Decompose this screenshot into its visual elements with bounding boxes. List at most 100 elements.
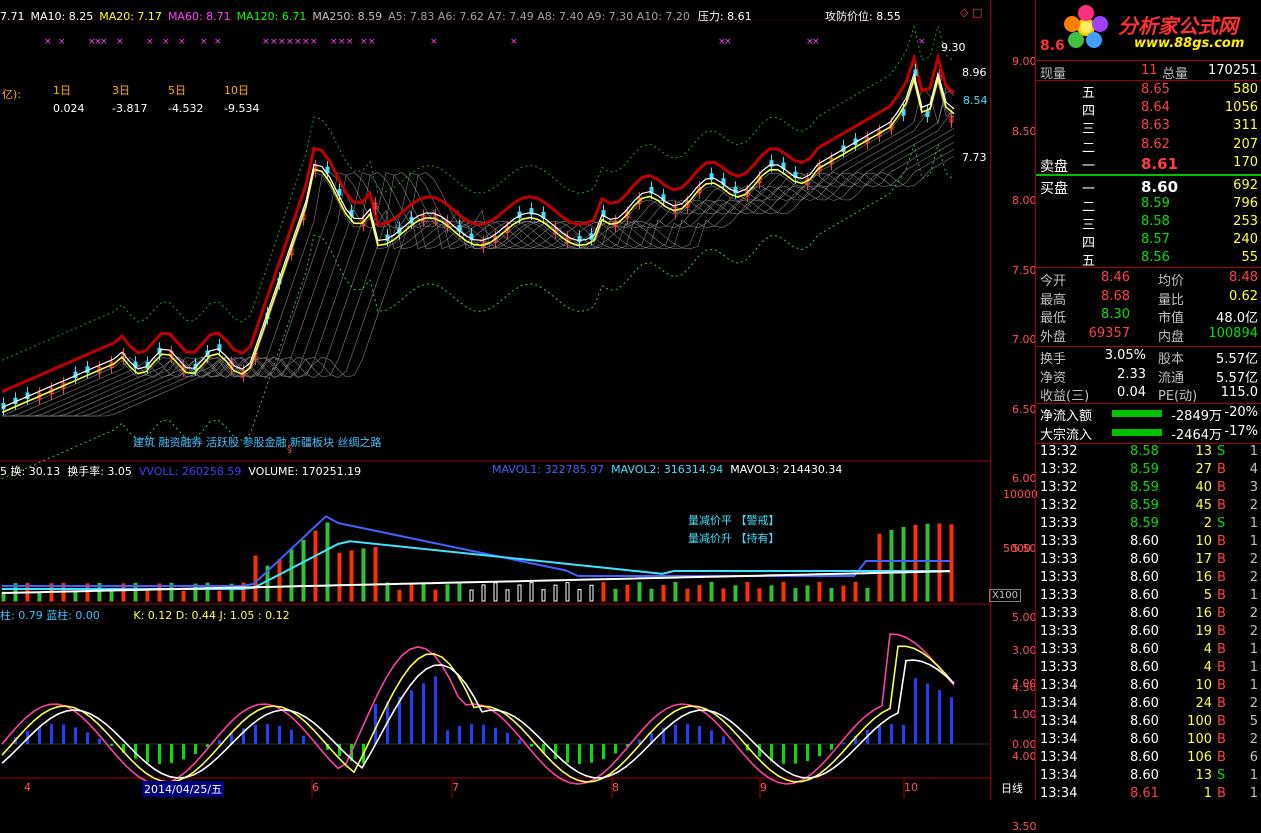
- volume-bar: [313, 530, 318, 602]
- bid-volume: 253: [1233, 214, 1258, 229]
- candlestick-chart[interactable]: × × ××× × × × × × × × × × × × × × × × × × × × × ×× ×× ×: [0, 0, 990, 800]
- kdj-bar: [902, 724, 905, 744]
- tick-price: 8.59: [1130, 462, 1159, 477]
- level-name: 三: [1082, 218, 1096, 233]
- volume-tick: 5000: [1003, 542, 1031, 555]
- quote-panel: 分析家公式网 www.88gs.com 8.6 现量 11 总量 170251 …: [1035, 0, 1261, 801]
- stat-value: 0.04: [1117, 385, 1146, 400]
- tick-count: 1: [1249, 516, 1258, 531]
- tick-row[interactable]: 13:32 8.59 45 B 2: [1036, 498, 1261, 516]
- tick-row[interactable]: 13:33 8.60 5 B 1: [1036, 588, 1261, 606]
- period-label[interactable]: 日线: [1001, 780, 1023, 796]
- volume-bar: [325, 522, 330, 602]
- bid-price: 8.58: [1141, 214, 1170, 229]
- stat-label: 收益(三): [1040, 389, 1090, 404]
- tick-time: 13:33: [1040, 660, 1078, 675]
- stat-value: 8.68: [1101, 288, 1130, 304]
- volume-bar: [649, 588, 654, 602]
- volume-bar: [541, 589, 546, 602]
- date-label: 2014/04/25/五: [142, 781, 225, 797]
- tick-row[interactable]: 13:33 8.60 4 B 1: [1036, 642, 1261, 660]
- flow-bar: [1112, 429, 1162, 436]
- volume-bar: [589, 584, 594, 602]
- tick-count: 2: [1249, 624, 1258, 639]
- tick-row[interactable]: 13:32 8.59 40 B 3: [1036, 480, 1261, 498]
- tick-time: 13:34: [1040, 786, 1078, 801]
- stat-row: 最低 8.30 市值 48.0亿: [1036, 307, 1261, 326]
- date-label: 6: [312, 781, 319, 794]
- price-tick: 8.50: [1012, 124, 1037, 138]
- concept-tags[interactable]: 建筑 融资融券 活跃股 参股金融 新疆板块 丝绸之路: [133, 434, 381, 450]
- tick-row[interactable]: 13:34 8.60 24 B 2: [1036, 696, 1261, 714]
- volume-row: 现量 11 总量 170251: [1040, 63, 1258, 82]
- price-tick: 3.50: [1012, 819, 1037, 833]
- volume-tick: 10000: [1003, 488, 1038, 501]
- volume-bar: [493, 582, 498, 602]
- kdj-bar: [110, 744, 113, 746]
- stat-value: 5.57亿: [1216, 370, 1258, 386]
- volume-bar: [277, 559, 282, 602]
- settings-icon[interactable]: ◇ □: [960, 6, 982, 19]
- tick-side: B: [1217, 624, 1226, 639]
- ask-price: 8.65: [1141, 82, 1170, 97]
- tick-volume: 24: [1195, 696, 1212, 711]
- tick-count: 1: [1249, 642, 1258, 657]
- flow-unit-label: 亿):: [2, 88, 21, 101]
- tick-side: B: [1217, 552, 1226, 567]
- tick-row[interactable]: 13:33 8.60 19 B 2: [1036, 624, 1261, 642]
- flow-label: 净流入额: [1040, 409, 1093, 424]
- flower-logo-icon: [1064, 5, 1108, 48]
- tick-time: 13:34: [1040, 768, 1078, 783]
- kdj-bar: [926, 683, 929, 744]
- tick-time: 13:34: [1040, 732, 1078, 747]
- flow-value: -2464万: [1171, 428, 1222, 443]
- volume-bar: [925, 523, 930, 602]
- kdj-bar: [914, 678, 917, 744]
- flow-label: 大宗流入: [1040, 428, 1093, 443]
- kdj-bar: [578, 744, 581, 764]
- stat-value: 8.46: [1101, 270, 1130, 285]
- tick-row[interactable]: 13:34 8.60 100 B 5: [1036, 714, 1261, 732]
- tick-row[interactable]: 13:33 8.60 16 B 2: [1036, 606, 1261, 624]
- tick-row[interactable]: 13:34 8.60 106 B 6: [1036, 750, 1261, 768]
- volume-bar: [253, 555, 258, 602]
- x-marker: ×: [146, 37, 154, 47]
- kdj-tick: 0.00: [1012, 738, 1037, 751]
- ask-level: 五 8.65 580: [1036, 82, 1261, 101]
- tick-row[interactable]: 13:33 8.60 16 B 2: [1036, 570, 1261, 588]
- tick-row[interactable]: 13:33 8.59 2 S 1: [1036, 516, 1261, 534]
- volume-bar: [637, 582, 642, 602]
- volume-bar: [529, 582, 534, 602]
- lower-band: [1, 142, 955, 480]
- tick-row[interactable]: 13:33 8.60 17 B 2: [1036, 552, 1261, 570]
- tick-row[interactable]: 13:32 8.58 13 S 1: [1036, 444, 1261, 462]
- tick-row[interactable]: 13:34 8.60 10 B 1: [1036, 678, 1261, 696]
- tick-price: 8.60: [1130, 642, 1159, 657]
- tick-row[interactable]: 13:34 8.60 13 S 1: [1036, 768, 1261, 786]
- tick-side: B: [1217, 732, 1226, 747]
- volume-bar: [793, 588, 798, 602]
- tick-row[interactable]: 13:34 8.60 100 B 2: [1036, 732, 1261, 750]
- kdj-tick: 3.00: [1012, 644, 1037, 657]
- tick-row[interactable]: 13:34 8.61 1 B 1: [1036, 786, 1261, 804]
- tick-price: 8.60: [1130, 660, 1159, 675]
- flow-row: 大宗流入 -2464万 -17%: [1036, 424, 1261, 443]
- logo-url: www.88gs.com: [1134, 36, 1245, 51]
- tick-count: 2: [1249, 498, 1258, 513]
- tick-row[interactable]: 13:32 8.59 27 B 4: [1036, 462, 1261, 480]
- tick-row[interactable]: 13:33 8.60 4 B 1: [1036, 660, 1261, 678]
- bid-price: 8.57: [1141, 232, 1170, 247]
- x-marker: ×: [278, 37, 286, 47]
- volume-bar: [301, 539, 306, 602]
- volume-bar: [661, 585, 666, 602]
- tick-volume: 4: [1203, 660, 1212, 675]
- chart-area[interactable]: × × × × × × × × × × × × × × × × × × × × × × × × × × × × × × 7.71 MA10:…: [0, 0, 990, 800]
- volume-bar: [349, 550, 354, 602]
- kdj-bar: [422, 683, 425, 744]
- tick-row[interactable]: 13:33 8.60 10 B 1: [1036, 534, 1261, 552]
- flow-value: -2849万: [1171, 409, 1222, 424]
- tick-side: B: [1217, 588, 1226, 603]
- low-marker: §: [287, 444, 292, 455]
- stat-value: 69357: [1088, 325, 1130, 341]
- upper-band: [1, 24, 955, 361]
